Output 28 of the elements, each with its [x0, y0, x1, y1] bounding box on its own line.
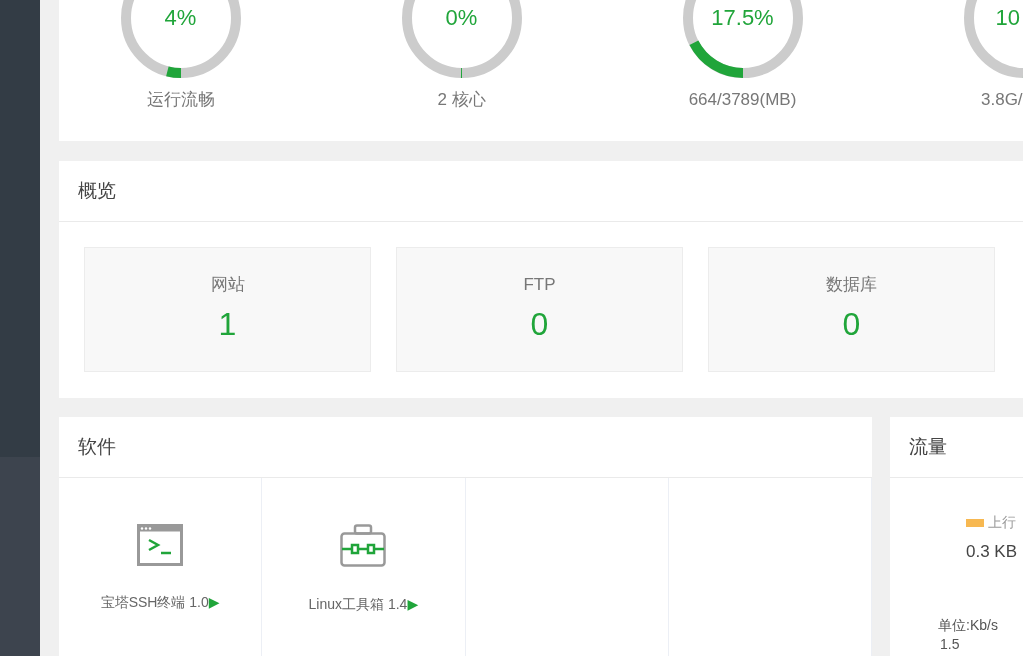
gauge-value: 10	[995, 4, 1021, 32]
gauge-label: 2 核心	[437, 89, 486, 111]
stat-value: 1	[218, 304, 237, 344]
stat-card[interactable]: FTP 0	[396, 247, 683, 372]
stat-label: FTP	[523, 274, 556, 296]
stat-card[interactable]: 网站 1	[84, 247, 371, 372]
gauge-value: 4%	[163, 4, 198, 32]
stat-card[interactable]: 数据库 0	[708, 247, 995, 372]
stat-value: 0	[842, 304, 861, 344]
traffic-value: 0.3 KB	[966, 541, 1019, 563]
unit-label: 单位:Kb/s	[938, 615, 999, 635]
stat-label: 网站	[210, 274, 245, 296]
gauge-label: 3.8G/	[981, 89, 1023, 111]
stat-label: 数据库	[826, 274, 877, 296]
axis-tick-label: 1.5	[940, 635, 961, 652]
gauge-label: 664/3789(MB)	[688, 89, 797, 111]
gauge-label: 运行流畅	[146, 89, 215, 111]
panel-title: 流量	[890, 417, 1023, 478]
panel-title: 软件	[59, 417, 872, 478]
gauge-value: 0%	[444, 4, 479, 32]
toolbox-icon	[340, 524, 387, 568]
panel-title: 概览	[59, 161, 1023, 222]
terminal-icon	[137, 524, 184, 566]
stat-value: 0	[530, 304, 549, 344]
software-link[interactable]: Linux工具箱 1.4▶	[308, 594, 419, 615]
legend-label: 上行	[988, 513, 1016, 532]
gauge-value: 17.5%	[710, 4, 775, 32]
software-link[interactable]: 宝塔SSH终端 1.0▶	[100, 592, 220, 613]
